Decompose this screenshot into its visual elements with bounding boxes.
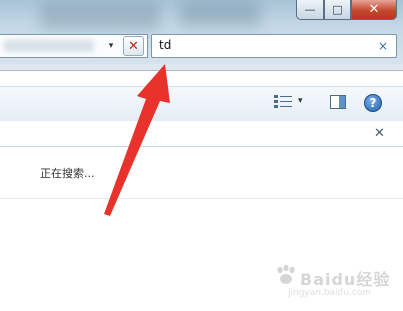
stop-search-button[interactable]: ✕ xyxy=(123,36,144,56)
baidu-watermark: Baidu经验 jingyan.baidu.com xyxy=(270,260,400,305)
preview-pane-fill xyxy=(339,96,345,108)
watermark-text: Baidu经验 xyxy=(300,270,391,289)
search-input-value[interactable]: td xyxy=(159,38,171,52)
maximize-button[interactable]: □ xyxy=(324,0,351,20)
help-icon[interactable]: ? xyxy=(364,94,382,112)
chevron-down-icon: ▾ xyxy=(108,41,114,51)
view-menu-chevron-icon[interactable]: ▾ xyxy=(298,96,303,106)
close-icon: ✕ xyxy=(368,2,380,17)
address-history-dropdown[interactable]: ▾ xyxy=(104,39,118,53)
minimize-button[interactable]: — xyxy=(296,0,324,20)
searching-status-text: 正在搜索... xyxy=(40,167,95,180)
blurred-path xyxy=(4,40,94,52)
help-glyph: ? xyxy=(369,96,377,110)
content-divider xyxy=(0,198,403,199)
maximize-icon: □ xyxy=(332,3,343,16)
watermark-url: jingyan.baidu.com xyxy=(288,288,372,298)
blurred-background xyxy=(180,0,260,26)
stop-icon: ✕ xyxy=(128,38,139,54)
close-info-bar-icon[interactable]: ✕ xyxy=(374,126,385,141)
info-bar xyxy=(0,121,403,147)
frame-strip xyxy=(0,64,403,71)
preview-pane-icon[interactable] xyxy=(330,95,346,109)
view-options-icon[interactable] xyxy=(274,94,292,110)
clear-search-icon[interactable]: × xyxy=(378,39,388,53)
close-window-button[interactable]: ✕ xyxy=(351,0,397,20)
blurred-background xyxy=(40,0,160,30)
search-box[interactable]: td × xyxy=(151,34,397,58)
minimize-icon: — xyxy=(304,3,316,16)
paw-logo-icon xyxy=(277,264,295,284)
